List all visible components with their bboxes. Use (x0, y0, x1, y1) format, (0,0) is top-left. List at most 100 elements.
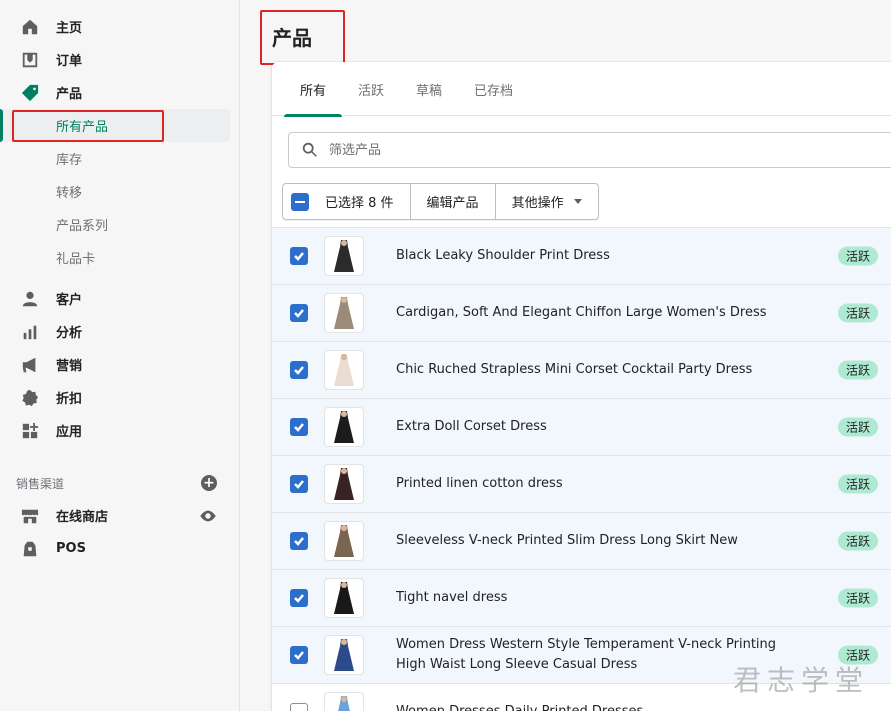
tab-archived[interactable]: 已存档 (458, 62, 529, 116)
product-name[interactable]: Black Leaky Shoulder Print Dress (396, 246, 796, 266)
indeterminate-checkbox[interactable] (291, 192, 309, 211)
row-checkbox[interactable] (290, 247, 308, 265)
table-row[interactable]: Printed linen cotton dress 活跃 (272, 455, 891, 512)
eye-icon[interactable] (199, 507, 217, 525)
app-root: 主页 订单 产品 所有产品 库存 转移 产品系列 礼品卡 客户 分析 营销 折扣… (0, 0, 891, 711)
nav-discounts[interactable]: 折扣 (0, 381, 239, 414)
sub-collections-label: 产品系列 (56, 219, 109, 234)
product-thumbnail (324, 464, 364, 504)
status-badge: 活跃 (838, 531, 879, 551)
row-checkbox[interactable] (290, 589, 308, 607)
status-badge: 活跃 (838, 303, 879, 323)
product-name[interactable]: Women Dresses Daily Printed Dresses (396, 702, 796, 711)
product-thumbnail (324, 236, 364, 276)
sales-channels-header: 销售渠道 + (0, 467, 239, 499)
product-thumbnail (324, 578, 364, 618)
table-row[interactable]: Black Leaky Shoulder Print Dress 活跃 (272, 227, 891, 284)
product-name[interactable]: Tight navel dress (396, 588, 796, 608)
nav-home[interactable]: 主页 (0, 10, 239, 43)
page-title: 产品 (272, 26, 312, 50)
nav-pos[interactable]: POS (0, 532, 239, 565)
row-checkbox[interactable] (290, 703, 308, 711)
person-icon (20, 289, 40, 309)
bulk-actions: 已选择 8 件 编辑产品 其他操作 (282, 183, 599, 220)
row-checkbox[interactable] (290, 475, 308, 493)
sub-gift-cards[interactable]: 礼品卡 (0, 241, 239, 274)
search-icon (302, 142, 317, 157)
sub-all-products[interactable]: 所有产品 (0, 109, 230, 142)
product-name[interactable]: Chic Ruched Strapless Mini Corset Cockta… (396, 360, 796, 380)
tab-active[interactable]: 活跃 (342, 62, 400, 116)
product-thumbnail (324, 521, 364, 561)
table-row[interactable]: Extra Doll Corset Dress 活跃 (272, 398, 891, 455)
nav-online-store-label: 在线商店 (56, 510, 109, 525)
bulk-selected[interactable]: 已选择 8 件 (283, 184, 411, 219)
row-checkbox[interactable] (290, 361, 308, 379)
edit-products-button[interactable]: 编辑产品 (411, 184, 496, 219)
discount-icon (20, 388, 40, 408)
row-checkbox[interactable] (290, 646, 308, 664)
status-badge: 活跃 (838, 474, 879, 494)
home-icon (20, 17, 40, 37)
nav-online-store[interactable]: 在线商店 (0, 499, 239, 532)
add-channel-icon[interactable]: + (201, 475, 217, 491)
tag-icon (20, 83, 40, 103)
product-thumbnail (324, 635, 364, 675)
table-row[interactable]: Sleeveless V-neck Printed Slim Dress Lon… (272, 512, 891, 569)
tab-draft[interactable]: 草稿 (400, 62, 458, 116)
product-name[interactable]: Extra Doll Corset Dress (396, 417, 796, 437)
product-name[interactable]: Sleeveless V-neck Printed Slim Dress Lon… (396, 531, 796, 551)
sub-transfers[interactable]: 转移 (0, 175, 239, 208)
nav-apps-label: 应用 (56, 425, 83, 440)
apps-icon (20, 421, 40, 441)
sidebar: 主页 订单 产品 所有产品 库存 转移 产品系列 礼品卡 客户 分析 营销 折扣… (0, 0, 240, 711)
edit-products-label: 编辑产品 (426, 196, 479, 211)
search-input[interactable] (329, 142, 729, 158)
sub-gift-cards-label: 礼品卡 (56, 252, 96, 267)
nav-home-label: 主页 (56, 21, 83, 36)
product-list: Black Leaky Shoulder Print Dress 活跃 Cardig… (272, 227, 891, 711)
tab-all[interactable]: 所有 (284, 62, 343, 117)
tab-bar: 所有 活跃 草稿 已存档 (272, 62, 891, 117)
sub-all-products-label: 所有产品 (56, 120, 109, 135)
bulk-selected-label: 已选择 8 件 (325, 196, 394, 211)
product-thumbnail (324, 692, 364, 711)
nav-analytics[interactable]: 分析 (0, 315, 239, 348)
table-row[interactable]: Cardigan, Soft And Elegant Chiffon Large… (272, 284, 891, 341)
sub-inventory[interactable]: 库存 (0, 142, 239, 175)
nav-orders[interactable]: 订单 (0, 43, 239, 76)
sub-transfers-label: 转移 (56, 186, 83, 201)
nav-products-label: 产品 (56, 87, 83, 102)
nav-analytics-label: 分析 (56, 326, 83, 341)
table-row[interactable]: Tight navel dress 活跃 (272, 569, 891, 626)
row-checkbox[interactable] (290, 532, 308, 550)
product-thumbnail (324, 293, 364, 333)
row-checkbox[interactable] (290, 304, 308, 322)
nav-customers[interactable]: 客户 (0, 282, 239, 315)
pos-icon (20, 539, 40, 559)
table-row[interactable]: Chic Ruched Strapless Mini Corset Cockta… (272, 341, 891, 398)
product-name[interactable]: Cardigan, Soft And Elegant Chiffon Large… (396, 303, 796, 323)
sub-collections[interactable]: 产品系列 (0, 208, 239, 241)
nav-customers-label: 客户 (56, 293, 83, 308)
nav-marketing[interactable]: 营销 (0, 348, 239, 381)
more-actions-label: 其他操作 (511, 196, 564, 211)
nav-products[interactable]: 产品 (0, 76, 239, 109)
nav-discounts-label: 折扣 (56, 392, 83, 407)
nav-apps[interactable]: 应用 (0, 414, 239, 447)
more-actions-button[interactable]: 其他操作 (496, 184, 598, 219)
status-badge: 活跃 (838, 588, 879, 608)
search-box[interactable] (288, 132, 891, 168)
sales-channels-label: 销售渠道 (16, 476, 65, 491)
product-name[interactable]: Printed linen cotton dress (396, 474, 796, 494)
nav-orders-label: 订单 (56, 54, 83, 69)
status-badge: 活跃 (838, 417, 879, 437)
store-icon (20, 506, 40, 526)
caret-down-icon (573, 199, 582, 204)
product-thumbnail (324, 407, 364, 447)
row-checkbox[interactable] (290, 418, 308, 436)
nav-marketing-label: 营销 (56, 359, 83, 374)
main-content: 产品 所有 活跃 草稿 已存档 已选择 8 件 编辑产品 其他操作 (240, 0, 891, 711)
watermark: 君志学堂 (732, 664, 869, 697)
